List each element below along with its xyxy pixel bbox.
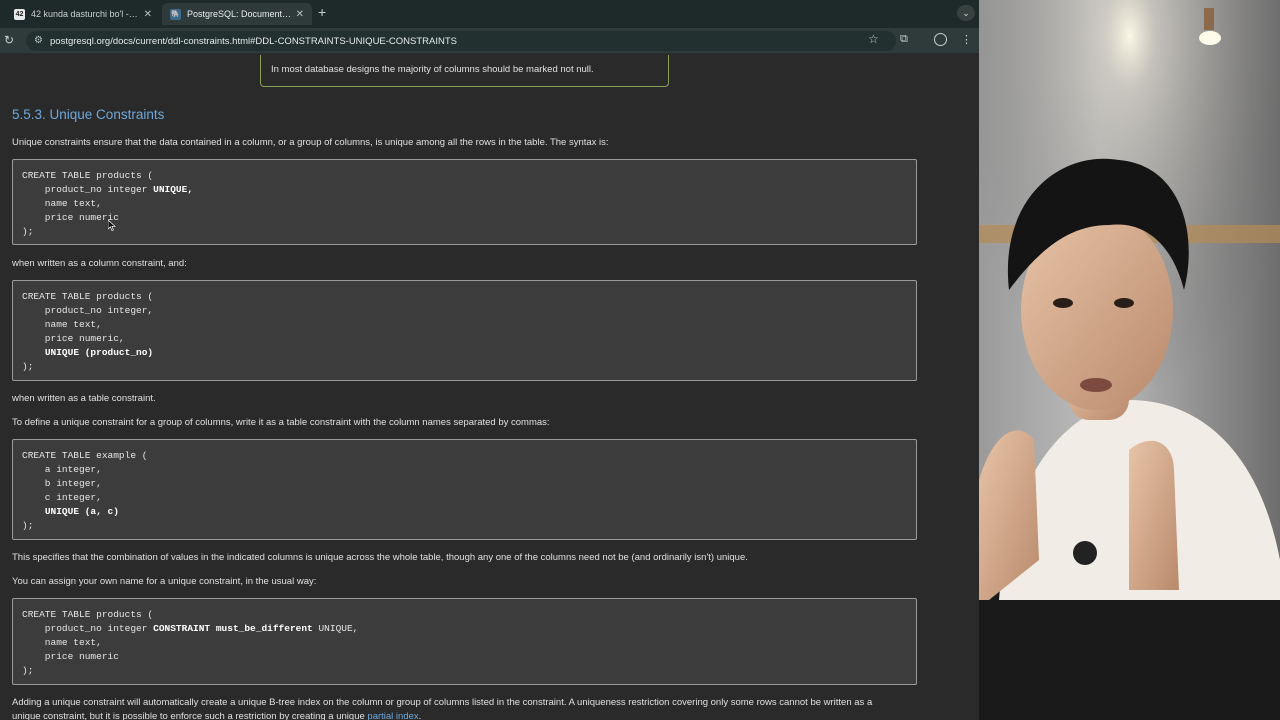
paragraph-column-constraint: when written as a column constraint, and… <box>12 258 187 269</box>
code-line: b integer, <box>22 478 102 489</box>
url-text[interactable]: postgresql.org/docs/current/ddl-constrai… <box>50 36 457 47</box>
tab-favicon-icon: 42 <box>14 8 25 20</box>
new-tab-plus-icon[interactable]: + <box>318 4 326 20</box>
code-line: ); <box>22 520 34 531</box>
code-block-column-constraint: CREATE TABLE products ( product_no integ… <box>12 159 917 245</box>
kebab-menu-icon[interactable]: ⋮ <box>961 33 972 46</box>
code-line: UNIQUE (a, c) <box>44 506 119 517</box>
tab-42-kunda[interactable]: 42 42 kunda dasturchi bo'l - 42... ✕ <box>6 3 160 25</box>
code-line: CREATE TABLE products ( <box>22 170 154 181</box>
address-bar[interactable]: ⚙ postgresql.org/docs/current/ddl-constr… <box>26 31 896 51</box>
code-line: product_no integer UNIQUE, <box>22 184 194 195</box>
tab-title: 42 kunda dasturchi bo'l - 42... <box>31 9 140 19</box>
tab-strip: 42 42 kunda dasturchi bo'l - 42... ✕ 🐘 P… <box>0 0 979 28</box>
note-text: In most database designs the majority of… <box>271 64 594 75</box>
paragraph-partial-index: unique constraint, but it is possible to… <box>12 711 422 720</box>
code-line: price numeric, <box>22 333 125 344</box>
reload-icon[interactable]: ↻ <box>4 33 14 47</box>
code-block-named-constraint: CREATE TABLE products ( product_no integ… <box>12 598 917 685</box>
code-line: ); <box>22 665 34 676</box>
code-line: price numeric <box>22 651 119 662</box>
close-icon[interactable]: ✕ <box>144 9 152 20</box>
bookmark-star-icon[interactable]: ☆ <box>868 32 879 46</box>
chevron-down-icon[interactable]: ⌄ <box>957 5 975 21</box>
code-block-multi-column: CREATE TABLE example ( a integer, b inte… <box>12 439 917 540</box>
code-line: CREATE TABLE example ( <box>22 450 148 461</box>
paragraph-named-constraint: You can assign your own name for a uniqu… <box>12 576 317 587</box>
presenter-video <box>979 0 1280 720</box>
partial-index-link[interactable]: partial index <box>367 711 418 720</box>
code-line: c integer, <box>22 492 102 503</box>
code-line: price numeric <box>22 212 119 223</box>
code-block-table-constraint: CREATE TABLE products ( product_no integ… <box>12 280 917 381</box>
code-line: product_no integer CONSTRAINT must_be_di… <box>22 623 359 634</box>
tab-postgresql-docs[interactable]: 🐘 PostgreSQL: Documentation: ✕ <box>162 3 312 25</box>
webcam-overlay <box>979 0 1280 720</box>
close-icon[interactable]: ✕ <box>296 9 304 20</box>
paragraph-table-constraint: when written as a table constraint. <box>12 393 156 404</box>
code-line: product_no integer, <box>22 305 154 316</box>
site-settings-icon[interactable]: ⚙ <box>34 35 43 46</box>
code-line: CREATE TABLE products ( <box>22 291 154 302</box>
doc-content: In most database designs the majority of… <box>0 55 979 720</box>
code-line: name text, <box>22 198 102 209</box>
paragraph-unique-intro: Unique constraints ensure that the data … <box>12 137 609 148</box>
code-line: name text, <box>22 319 102 330</box>
paragraph-group-columns: To define a unique constraint for a grou… <box>12 417 550 428</box>
browser-toolbar: ↻ ⚙ postgresql.org/docs/current/ddl-cons… <box>0 28 979 54</box>
postgresql-elephant-icon: 🐘 <box>170 8 181 20</box>
note-box: In most database designs the majority of… <box>260 55 669 87</box>
code-line: a integer, <box>22 464 102 475</box>
browser-window: 42 42 kunda dasturchi bo'l - 42... ✕ 🐘 P… <box>0 0 979 720</box>
code-line: ); <box>22 226 34 237</box>
code-line: UNIQUE (product_no) <box>44 347 154 358</box>
paragraph-combination: This specifies that the combination of v… <box>12 552 748 563</box>
profile-icon[interactable] <box>934 33 947 46</box>
tab-title: PostgreSQL: Documentation: <box>187 9 292 19</box>
mouse-cursor-icon <box>108 220 116 231</box>
paragraph-btree-index: Adding a unique constraint will automati… <box>12 697 873 708</box>
code-line: ); <box>22 361 34 372</box>
code-line: name text, <box>22 637 102 648</box>
section-heading: 5.5.3. Unique Constraints <box>12 107 165 122</box>
code-line: CREATE TABLE products ( <box>22 609 154 620</box>
extensions-icon[interactable]: ⧉ <box>900 33 908 46</box>
